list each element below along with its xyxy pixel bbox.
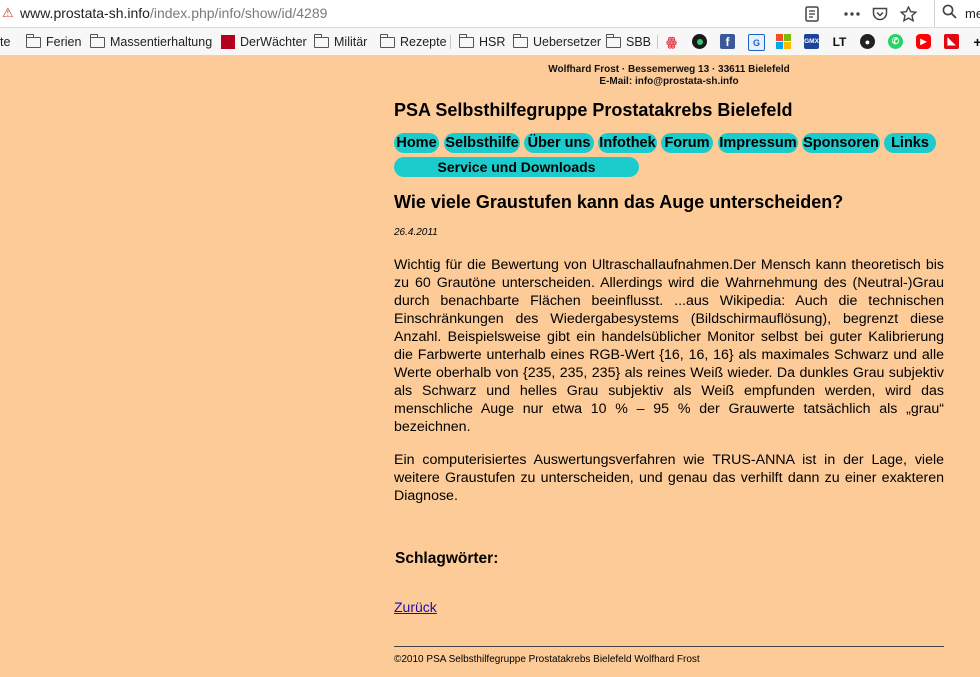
bookmark-label: Militär: [334, 35, 368, 49]
nav-downloads-button[interactable]: Service und Downloads: [394, 157, 639, 177]
article-title: Wie viele Graustufen kann das Auge unter…: [394, 192, 844, 212]
bookmark-folder-militaer[interactable]: Militär: [313, 33, 368, 51]
bookmark-label: Uebersetzer: [533, 35, 602, 49]
windows-icon[interactable]: [776, 34, 791, 49]
folder-icon: [313, 33, 329, 48]
lt-icon[interactable]: LT: [832, 34, 847, 49]
nav-home-button[interactable]: Home: [394, 133, 439, 153]
footer-divider: [394, 646, 944, 647]
more-actions-icon[interactable]: [842, 4, 862, 24]
fire-icon[interactable]: ꙮ: [664, 34, 679, 49]
back-link[interactable]: Zurück: [394, 599, 437, 615]
folder-icon: [379, 33, 395, 48]
bookmarks-toolbar: te Ferien Massentierhaltung DerWächter M…: [0, 28, 980, 56]
article-date: 26.4.2011: [394, 227, 438, 238]
bookmark-folder-te[interactable]: te: [0, 33, 10, 51]
footer-text: ©2010 PSA Selbsthilfegruppe Prostatakreb…: [394, 654, 700, 665]
bookmark-label: Rezepte: [400, 35, 447, 49]
nav-sponsoren-button[interactable]: Sponsoren: [802, 133, 880, 153]
bookmark-folder-massentierhaltung[interactable]: Massentierhaltung: [89, 33, 213, 51]
email-line: E-Mail: info@prostata-sh.info: [599, 76, 739, 87]
folder-icon: [25, 33, 41, 48]
bookmark-separator: [450, 35, 451, 49]
page-content: Wolfhard Frost · Bessemerweg 13 · 33611 …: [0, 56, 980, 677]
tags-label: Schlagwörter:: [395, 550, 499, 567]
article-paragraph: Wichtig für die Bewertung von Ultraschal…: [394, 257, 944, 435]
folder-icon: [458, 33, 474, 48]
article-paragraph: Ein computerisiertes Auswertungsverfahre…: [394, 452, 944, 504]
reader-view-icon[interactable]: [802, 4, 822, 24]
insecure-icon[interactable]: ⚠: [2, 6, 14, 20]
bookmark-label: Massentierhaltung: [110, 35, 213, 49]
bookmark-folder-uebersetzer[interactable]: Uebersetzer: [512, 33, 602, 51]
nav-links-button[interactable]: Links: [884, 133, 936, 153]
bookmark-label: Ferien: [46, 35, 82, 49]
folder-icon: [605, 33, 621, 48]
bookmark-folder-hsr[interactable]: HSR: [458, 33, 506, 51]
nav-impressum-button[interactable]: Impressum: [718, 133, 798, 153]
derwaechter-icon: [221, 35, 235, 49]
plus-icon[interactable]: +: [970, 34, 980, 50]
bookmark-star-icon[interactable]: [898, 4, 918, 24]
nav-infothek-button[interactable]: Infothek: [598, 133, 657, 153]
url-bar[interactable]: ⚠ www.prostata-sh.info/index.php/info/sh…: [0, 0, 980, 28]
whatsapp-icon[interactable]: ✆: [888, 34, 903, 49]
facebook-icon[interactable]: f: [720, 34, 735, 49]
address-line: Wolfhard Frost · Bessemerweg 13 · 33611 …: [548, 64, 790, 75]
url-path: /index.php/info/show/id/4289: [149, 5, 328, 21]
bookmark-folder-ferien[interactable]: Ferien: [25, 33, 82, 51]
bookmark-label: te: [0, 35, 11, 49]
bookmark-folder-sbb[interactable]: SBB: [605, 33, 652, 51]
site-title: PSA Selbsthilfegruppe Prostatakrebs Biel…: [394, 100, 793, 120]
bookmark-label: DerWächter: [240, 35, 307, 49]
translate-icon[interactable]: G: [748, 34, 765, 51]
bookmark-label: SBB: [626, 35, 652, 49]
bookmark-label: HSR: [479, 35, 506, 49]
folder-icon: [512, 33, 528, 48]
search-icon: [942, 4, 957, 22]
nav-selbsthilfe-button[interactable]: Selbsthilfe: [444, 133, 520, 153]
search-box[interactable]: me: [934, 0, 980, 27]
nav-forum-button[interactable]: Forum: [661, 133, 713, 153]
dark-icon[interactable]: [692, 34, 707, 49]
nav-ueber-uns-button[interactable]: Über uns: [524, 133, 594, 153]
gmx-icon[interactable]: GMX: [804, 34, 819, 49]
folder-icon: [89, 33, 105, 48]
bookmark-folder-rezepte[interactable]: Rezepte: [379, 33, 447, 51]
red-square-icon[interactable]: ◣: [944, 34, 959, 49]
url-domain: www.prostata-sh.info: [20, 5, 150, 21]
search-text: me: [965, 6, 980, 21]
url-text[interactable]: www.prostata-sh.info/index.php/info/show…: [20, 5, 327, 21]
bookmark-separator: [657, 35, 658, 49]
github-icon[interactable]: ●: [860, 34, 875, 49]
bookmark-derwaechter[interactable]: DerWächter: [221, 33, 307, 51]
pocket-icon[interactable]: [870, 4, 890, 24]
youtube-icon[interactable]: ▶: [916, 34, 931, 49]
